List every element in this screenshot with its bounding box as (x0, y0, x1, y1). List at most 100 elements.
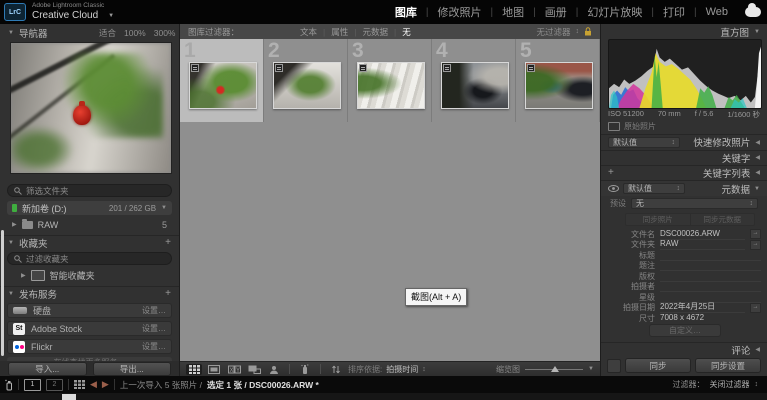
smart-collections-row[interactable]: ▶ 智能收藏夹 (7, 269, 172, 282)
add-keyword-button[interactable]: + (608, 167, 614, 178)
filter-tab-none[interactable]: 无 (402, 26, 411, 38)
folder-row-raw[interactable]: ▶ RAW 5 (7, 218, 172, 231)
field-value[interactable] (660, 271, 761, 282)
import-button[interactable]: 导入... (8, 362, 87, 376)
filmstrip-selection-status[interactable]: 选定 1 张 / DSC00026.ARW * (207, 379, 319, 391)
filter-preset-value[interactable]: 无过滤器 (536, 26, 570, 38)
photo-thumbnail-2[interactable] (273, 62, 341, 109)
sort-value[interactable]: 拍摄时间 (386, 364, 418, 375)
field-action-button[interactable]: → (750, 303, 761, 313)
module-slideshow[interactable]: 幻灯片放映 (578, 4, 651, 20)
people-view-icon[interactable] (266, 364, 282, 375)
photo-thumbnail-1[interactable] (189, 62, 257, 109)
main-window-button[interactable]: 1 (24, 379, 41, 391)
module-print[interactable]: 打印 (654, 4, 694, 20)
thumbnail-size-slider[interactable] (525, 365, 583, 373)
triangle-right-icon[interactable]: ▶ (21, 272, 26, 279)
keyword-list-header[interactable]: + 关键字列表 ◀ (601, 165, 767, 179)
photo-thumbnail-4[interactable] (441, 62, 509, 109)
folder-filter-input[interactable]: 筛选文件夹 (7, 184, 172, 197)
develop-badge-icon[interactable] (191, 64, 199, 72)
second-window-button[interactable]: 2 (46, 379, 63, 391)
dropdown-arrows-icon[interactable]: ↕ (755, 381, 759, 388)
previous-photo-arrow[interactable]: ◀ (90, 379, 97, 390)
navigator-preview[interactable] (10, 42, 172, 174)
quick-develop-preset-dropdown[interactable]: 默认值 ↕ (608, 137, 680, 148)
comments-header[interactable]: 评论 ◀ (601, 342, 767, 356)
develop-badge-icon[interactable] (527, 64, 535, 72)
toolbar-options-icon[interactable]: ▼ (588, 366, 594, 372)
field-value[interactable]: RAW (660, 239, 745, 250)
left-panel-scrollbar[interactable] (1, 230, 4, 356)
compare-view-icon[interactable]: XY (226, 364, 242, 375)
publish-service-harddrive[interactable]: 硬盘 设置… (7, 303, 172, 318)
grid-cell-4[interactable]: 4 (432, 39, 516, 122)
filmstrip-source-status[interactable]: 上一次导入 5 张照片 / (120, 379, 202, 391)
zoom-fit-button[interactable]: 适合 (99, 27, 116, 39)
field-action-button[interactable]: → (750, 240, 761, 250)
filter-tab-metadata[interactable]: 元数据 (362, 26, 388, 38)
develop-badge-icon[interactable] (275, 64, 283, 72)
filmstrip-thumbnails-edge[interactable] (0, 393, 767, 400)
field-value[interactable] (660, 281, 761, 292)
zoom-100-button[interactable]: 100% (124, 28, 146, 38)
publish-service-adobestock[interactable]: St Adobe Stock 设置… (7, 321, 172, 336)
triangle-right-icon[interactable]: ▶ (12, 221, 17, 228)
quick-develop-header[interactable]: 默认值 ↕ 快速修改照片 ◀ (601, 134, 767, 149)
metadata-view-dropdown[interactable]: 默认值 ↕ (623, 183, 685, 194)
metadata-preset-dropdown[interactable]: 无 ↕ (631, 198, 758, 209)
module-web[interactable]: Web (697, 6, 737, 18)
cloud-sync-icon[interactable] (745, 7, 761, 17)
sort-direction-icon[interactable] (328, 364, 344, 375)
publish-service-flickr[interactable]: Flickr 设置… (7, 339, 172, 354)
sort-picker-icon[interactable]: ↕ (422, 366, 426, 373)
sync-photos-button[interactable]: 同步照片 (626, 214, 690, 225)
add-collection-button[interactable]: + (165, 237, 171, 248)
filmstrip-filter-value[interactable]: 关闭过滤器 (710, 379, 750, 390)
customize-metadata-button[interactable]: 自定义… (649, 324, 721, 337)
publish-services-header[interactable]: ▼ 发布服务 + (0, 286, 179, 300)
export-button[interactable]: 导出... (93, 362, 172, 376)
field-value[interactable] (660, 250, 761, 261)
grid-cell-3[interactable]: 3 (348, 39, 432, 122)
photo-thumbnail-3[interactable] (357, 62, 425, 109)
collection-filter-input[interactable]: 过滤收藏夹 (7, 252, 172, 265)
chevron-down-icon[interactable]: ▼ (108, 13, 114, 19)
next-photo-arrow[interactable]: ▶ (102, 379, 109, 390)
histogram[interactable] (608, 39, 762, 109)
sync-button[interactable]: 同步 (625, 358, 691, 373)
add-publish-service-button[interactable]: + (165, 288, 171, 299)
develop-badge-icon[interactable] (443, 64, 451, 72)
autosync-toggle[interactable] (607, 359, 621, 373)
histogram-header[interactable]: 直方图 ▼ (601, 25, 767, 38)
filter-preset-picker-icon[interactable]: ↕ (576, 28, 580, 35)
volume-row[interactable]: 新加卷 (D:) 201 / 262 GB ▼ (7, 201, 172, 215)
service-setup-link[interactable]: 设置… (142, 323, 166, 334)
grid-cell-2[interactable]: 2 (264, 39, 348, 122)
module-map[interactable]: 地图 (493, 4, 533, 20)
field-value[interactable] (660, 260, 761, 271)
develop-badge-icon[interactable] (359, 64, 367, 72)
zoom-300-button[interactable]: 300% (154, 28, 176, 38)
slider-knob[interactable] (551, 366, 559, 372)
service-setup-link[interactable]: 设置… (142, 305, 166, 316)
filter-tab-attribute[interactable]: 属性 (331, 26, 348, 38)
grid-cell-1[interactable]: 1 (180, 39, 264, 122)
triangle-down-icon[interactable]: ▼ (161, 205, 167, 211)
grid-cell-5[interactable]: 5 (516, 39, 600, 122)
metadata-header[interactable]: 默认值 ↕ 元数据 ▼ (601, 180, 767, 196)
spray-can-icon[interactable] (5, 379, 13, 390)
lock-icon[interactable] (584, 27, 592, 36)
field-value[interactable]: 2022年4月25日 (660, 302, 745, 313)
module-library[interactable]: 图库 (386, 4, 426, 20)
eye-icon[interactable] (608, 185, 619, 192)
loupe-view-icon[interactable] (206, 364, 222, 375)
sync-metadata-button[interactable]: 同步元数据 (690, 214, 755, 225)
collections-header[interactable]: ▼ 收藏夹 + (0, 235, 179, 249)
photo-thumbnail-5[interactable] (525, 62, 593, 109)
grid-back-icon[interactable] (74, 380, 85, 389)
module-develop[interactable]: 修改照片 (429, 4, 491, 20)
module-book[interactable]: 画册 (536, 4, 576, 20)
service-setup-link[interactable]: 设置… (142, 341, 166, 352)
survey-view-icon[interactable] (246, 364, 262, 375)
